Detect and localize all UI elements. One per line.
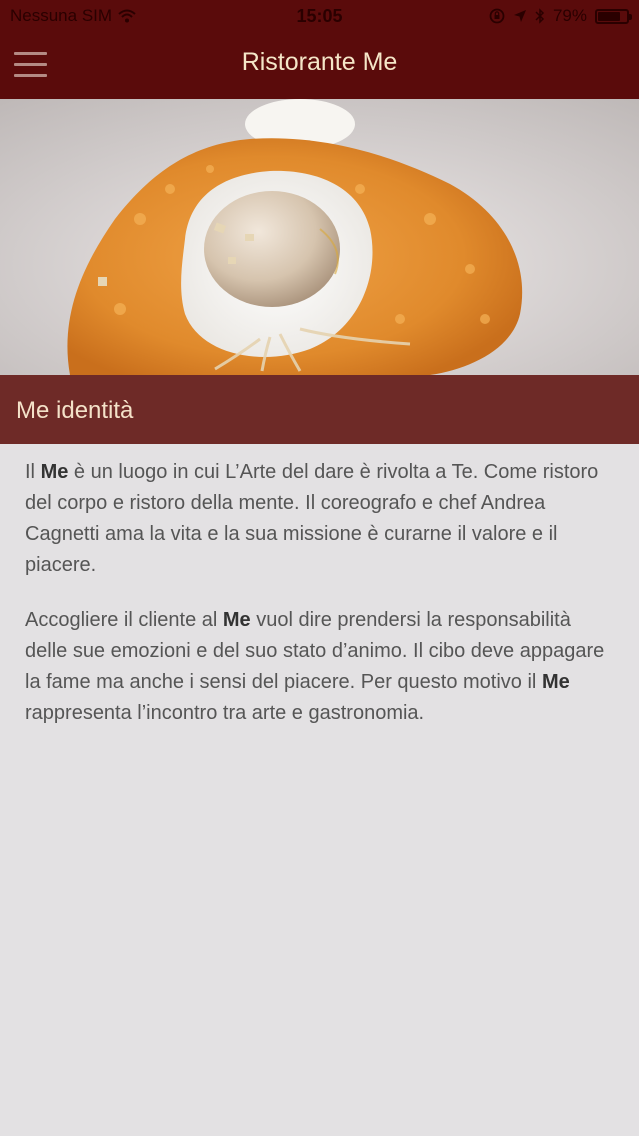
bold-text: Me (40, 461, 69, 483)
status-bar: Nessuna SIM 15:05 79% (0, 0, 639, 34)
paragraph-1: Il Me è un luogo in cui L’Arte del dare … (25, 457, 605, 581)
bold-text: Me (541, 671, 570, 693)
battery-icon (595, 8, 632, 24)
section-title: Me identità (16, 397, 134, 424)
hero-image (0, 99, 639, 375)
text-span: Accogliere il cliente al (25, 609, 223, 631)
text-span: è un luogo in cui L’Arte del dare è rivo… (25, 461, 599, 576)
navbar-title: Ristorante Me (241, 48, 398, 76)
battery-fill (598, 11, 621, 21)
paragraph-2: Accogliere il cliente al Me vuol dire pr… (25, 605, 605, 729)
rotation-lock-icon (489, 8, 505, 24)
text-span: rappresenta l’incontro tra arte e gastro… (25, 702, 425, 724)
bold-text: Me (222, 609, 251, 631)
risotto-dish-photo (0, 99, 639, 375)
bluetooth-icon (535, 8, 545, 24)
content-body: Il Me è un luogo in cui L’Arte del dare … (25, 457, 605, 753)
battery-percent: 79% (552, 6, 587, 25)
location-icon (513, 10, 526, 22)
status-right-group: 79% (489, 6, 632, 26)
text-span: Il (25, 461, 41, 483)
top-bar: Nessuna SIM 15:05 79% Ristorante Me (0, 0, 639, 99)
section-header: Me identità (0, 375, 639, 444)
